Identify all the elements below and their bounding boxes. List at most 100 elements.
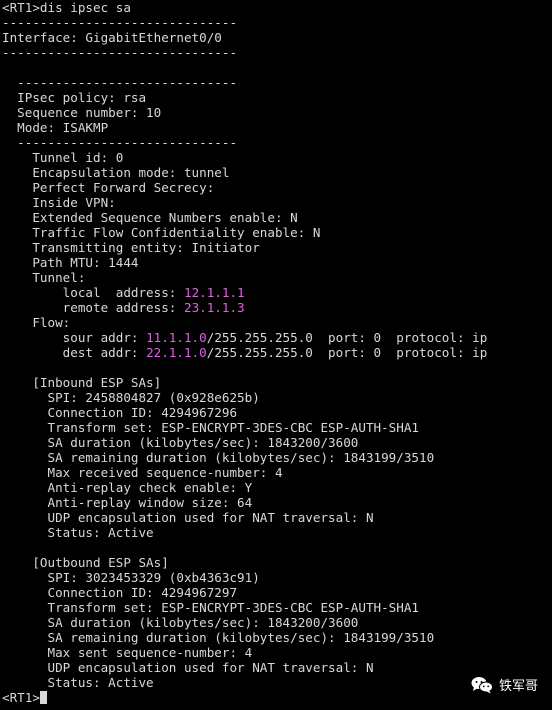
terminal-line: Anti-replay window size: 64	[2, 495, 550, 510]
terminal-line: Status: Active	[2, 675, 550, 690]
terminal-line: -----------------------------	[2, 135, 550, 150]
watermark: 铁军哥	[471, 675, 538, 694]
terminal-line: SA duration (kilobytes/sec): 1843200/360…	[2, 435, 550, 450]
terminal-output[interactable]: <RT1>dis ipsec sa -----------------------…	[2, 0, 550, 710]
watermark-text: 铁军哥	[498, 679, 538, 694]
terminal-line-text: Status: Active	[2, 525, 154, 540]
terminal-line-text: Mode: ISAKMP	[2, 120, 109, 135]
wechat-icon	[471, 676, 493, 694]
terminal-line: <RT1>	[2, 690, 550, 705]
terminal-cursor[interactable]	[39, 691, 47, 704]
terminal-line: -------------------------------	[2, 15, 550, 30]
terminal-line-text: Anti-replay window size: 64	[2, 495, 253, 510]
terminal-line-text: Interface: GigabitEthernet0/0	[2, 30, 222, 45]
terminal-line-text: -------------------------------	[2, 15, 238, 30]
terminal-line: [Outbound ESP SAs]	[2, 555, 550, 570]
terminal-line-text: Transmitting entity: Initiator	[2, 240, 260, 255]
terminal-line-text: [Outbound ESP SAs]	[2, 555, 169, 570]
terminal-line: Encapsulation mode: tunnel	[2, 165, 550, 180]
terminal-line: Connection ID: 4294967297	[2, 585, 550, 600]
terminal-line: Max sent sequence-number: 4	[2, 645, 550, 660]
terminal-line-text: -----------------------------	[2, 135, 238, 150]
terminal-line-text: Traffic Flow Confidentiality enable: N	[2, 225, 321, 240]
terminal-line: Transmitting entity: Initiator	[2, 240, 550, 255]
terminal-line: [Inbound ESP SAs]	[2, 375, 550, 390]
terminal-line: <RT1>dis ipsec sa	[2, 0, 550, 15]
ip-address-highlight: 11.1.1.0	[146, 330, 207, 345]
terminal-line-text: Transform set: ESP-ENCRYPT-3DES-CBC ESP-…	[2, 600, 420, 615]
terminal-line-text: -------------------------------	[2, 45, 238, 60]
terminal-line-text: dest addr:	[2, 345, 147, 360]
terminal-line-text: UDP encapsulation used for NAT traversal…	[2, 660, 374, 675]
terminal-line: -------------------------------	[2, 45, 550, 60]
terminal-line: Transform set: ESP-ENCRYPT-3DES-CBC ESP-…	[2, 600, 550, 615]
terminal-line: Path MTU: 1444	[2, 255, 550, 270]
terminal-line-rest: /255.255.255.0 port: 0 protocol: ip	[206, 345, 488, 360]
terminal-line-text: SA duration (kilobytes/sec): 1843200/360…	[2, 615, 359, 630]
terminal-line: Inside VPN:	[2, 195, 550, 210]
terminal-line-text: UDP encapsulation used for NAT traversal…	[2, 510, 374, 525]
terminal-line-text: local address:	[2, 285, 184, 300]
terminal-line-text: Encapsulation mode: tunnel	[2, 165, 230, 180]
terminal-line-text: SA remaining duration (kilobytes/sec): 1…	[2, 450, 435, 465]
terminal-line: SPI: 3023453329 (0xb4363c91)	[2, 570, 550, 585]
terminal-line-text: Transform set: ESP-ENCRYPT-3DES-CBC ESP-…	[2, 420, 420, 435]
terminal-line: SA duration (kilobytes/sec): 1843200/360…	[2, 615, 550, 630]
terminal-line: Tunnel id: 0	[2, 150, 550, 165]
terminal-line: remote address: 23.1.1.3	[2, 300, 550, 315]
terminal-line: Traffic Flow Confidentiality enable: N	[2, 225, 550, 240]
terminal-line-text: -----------------------------	[2, 75, 238, 90]
terminal-line: dest addr: 22.1.1.0/255.255.255.0 port: …	[2, 345, 550, 360]
terminal-line: Transform set: ESP-ENCRYPT-3DES-CBC ESP-…	[2, 420, 550, 435]
terminal-line-text: Max sent sequence-number: 4	[2, 645, 253, 660]
terminal-line-text: Connection ID: 4294967296	[2, 405, 238, 420]
terminal-line-text: Perfect Forward Secrecy:	[2, 180, 215, 195]
terminal-line: sour addr: 11.1.1.0/255.255.255.0 port: …	[2, 330, 550, 345]
terminal-line: UDP encapsulation used for NAT traversal…	[2, 510, 550, 525]
terminal-line-text: <RT1>	[2, 690, 40, 705]
terminal-line-text: Max received sequence-number: 4	[2, 465, 283, 480]
terminal-line-text: [Inbound ESP SAs]	[2, 375, 162, 390]
terminal-line: Flow:	[2, 315, 550, 330]
terminal-line-text: Inside VPN:	[2, 195, 116, 210]
terminal-line-text: Tunnel:	[2, 270, 86, 285]
terminal-line-text: remote address:	[2, 300, 184, 315]
terminal-line-text: Path MTU: 1444	[2, 255, 139, 270]
terminal-line: Tunnel:	[2, 270, 550, 285]
terminal-line: IPsec policy: rsa	[2, 90, 550, 105]
terminal-line-rest: /255.255.255.0 port: 0 protocol: ip	[206, 330, 488, 345]
ip-address-highlight: 23.1.1.3	[183, 300, 245, 315]
terminal-line: Extended Sequence Numbers enable: N	[2, 210, 550, 225]
terminal-line: Max received sequence-number: 4	[2, 465, 550, 480]
terminal-line: Connection ID: 4294967296	[2, 405, 550, 420]
ip-address-highlight: 22.1.1.0	[146, 345, 207, 360]
terminal-line: Mode: ISAKMP	[2, 120, 550, 135]
terminal-line-text: SPI: 2458804827 (0x928e625b)	[2, 390, 260, 405]
terminal-line-text: Anti-replay check enable: Y	[2, 480, 253, 495]
terminal-line: local address: 12.1.1.1	[2, 285, 550, 300]
terminal-line: SPI: 2458804827 (0x928e625b)	[2, 390, 550, 405]
terminal-line: SA remaining duration (kilobytes/sec): 1…	[2, 630, 550, 645]
terminal-line-text: Status: Active	[2, 675, 154, 690]
terminal-line: Interface: GigabitEthernet0/0	[2, 30, 550, 45]
terminal-line-text: Tunnel id: 0	[2, 150, 124, 165]
terminal-line-text: Connection ID: 4294967297	[2, 585, 238, 600]
terminal-line: -----------------------------	[2, 75, 550, 90]
terminal-line: Sequence number: 10	[2, 105, 550, 120]
terminal-line: SA remaining duration (kilobytes/sec): 1…	[2, 450, 550, 465]
terminal-line-text: Sequence number: 10	[2, 105, 162, 120]
terminal-line-text: IPsec policy: rsa	[2, 90, 147, 105]
terminal-line-text: <RT1>dis ipsec sa	[2, 0, 131, 15]
terminal-line: Status: Active	[2, 525, 550, 540]
terminal-line-text: SPI: 3023453329 (0xb4363c91)	[2, 570, 260, 585]
terminal-line-text: sour addr:	[2, 330, 147, 345]
terminal-line-text: SA remaining duration (kilobytes/sec): 1…	[2, 630, 435, 645]
terminal-line-text: Extended Sequence Numbers enable: N	[2, 210, 298, 225]
terminal-line: Anti-replay check enable: Y	[2, 480, 550, 495]
terminal-line: UDP encapsulation used for NAT traversal…	[2, 660, 550, 675]
terminal-line: Perfect Forward Secrecy:	[2, 180, 550, 195]
ip-address-highlight: 12.1.1.1	[183, 285, 245, 300]
